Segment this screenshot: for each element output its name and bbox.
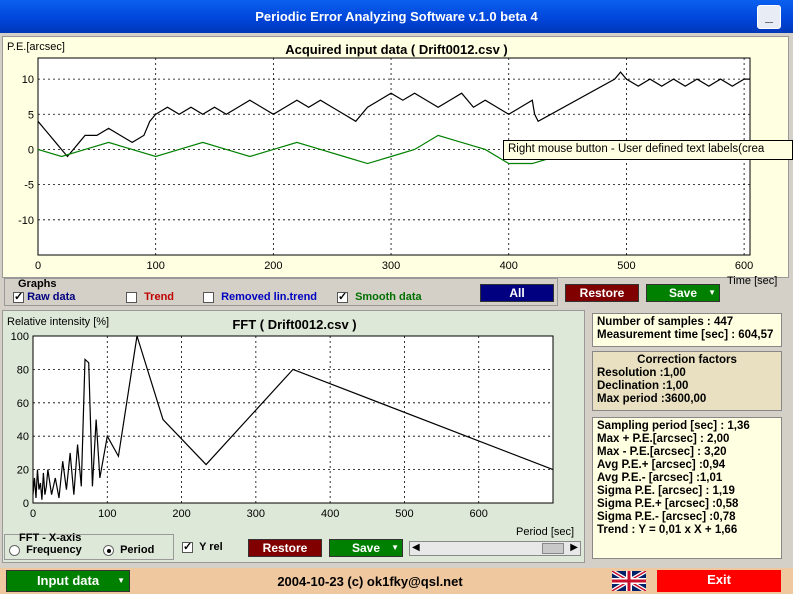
info-column: Number of samples : 447 Measurement time… bbox=[588, 310, 793, 563]
fft-scrollbar[interactable]: ◀ ▶ bbox=[409, 541, 581, 556]
fft-save-label: Save bbox=[351, 541, 381, 555]
x-tick-label: 200 bbox=[172, 508, 190, 520]
y-tick-label: 100 bbox=[11, 331, 29, 343]
copyright-text: 2004-10-23 (c) ok1fky@qsl.net bbox=[277, 574, 463, 589]
y-tick-label: 80 bbox=[17, 364, 29, 376]
stat-line: Sampling period [sec] : 1,36 bbox=[597, 420, 750, 432]
y-tick-label: 20 bbox=[17, 465, 29, 477]
input-data-label: Input data bbox=[36, 573, 100, 588]
stat-line: Sigma P.E.- [arcsec] :0,78 bbox=[597, 511, 736, 523]
scroll-thumb[interactable] bbox=[542, 543, 564, 554]
scroll-right-icon[interactable]: ▶ bbox=[570, 542, 578, 553]
yrel-checkbox[interactable]: Y rel bbox=[182, 540, 223, 553]
correction-title: Correction factors bbox=[637, 354, 737, 366]
scroll-left-icon[interactable]: ◀ bbox=[412, 542, 420, 553]
resolution-text: Resolution :1,00 bbox=[597, 367, 686, 379]
stat-line: Max - P.E.[arcsec] : 3,20 bbox=[597, 446, 727, 458]
fft-xaxis-group: FFT - X-axis Frequency Period bbox=[4, 532, 174, 560]
samples-box: Number of samples : 447 Measurement time… bbox=[592, 313, 782, 347]
fft-save-button[interactable]: Save ▼ bbox=[329, 539, 403, 557]
frequency-label: Frequency bbox=[26, 544, 82, 556]
x-tick-label: 600 bbox=[470, 508, 488, 520]
y-tick-label: 60 bbox=[17, 398, 29, 410]
frequency-radio[interactable]: Frequency bbox=[9, 544, 82, 556]
y-tick-label: 40 bbox=[17, 431, 29, 443]
correction-box: Correction factors Resolution :1,00 Decl… bbox=[592, 351, 782, 411]
stat-line: Avg P.E.+ [arcsec] :0,94 bbox=[597, 459, 726, 471]
exit-button[interactable]: Exit bbox=[657, 570, 781, 592]
fft-xaxis-label: FFT - X-axis bbox=[19, 532, 82, 544]
yrel-check-icon[interactable] bbox=[182, 540, 193, 553]
samples-text: Number of samples : 447 bbox=[597, 316, 734, 328]
chevron-down-icon: ▼ bbox=[117, 576, 125, 585]
stats-box: Sampling period [sec] : 1,36 Max + P.E.[… bbox=[592, 417, 782, 559]
period-radio-icon[interactable] bbox=[103, 544, 114, 556]
x-tick-label: 100 bbox=[98, 508, 116, 520]
chevron-down-icon: ▼ bbox=[391, 543, 399, 552]
stat-line: Max + P.E.[arcsec] : 2,00 bbox=[597, 433, 730, 445]
stat-line: Trend : Y = 0,01 x X + 1,66 bbox=[597, 524, 738, 536]
stat-line: Sigma P.E. [arcsec] : 1,19 bbox=[597, 485, 735, 497]
yrel-label: Y rel bbox=[199, 541, 223, 553]
x-tick-label: 500 bbox=[395, 508, 413, 520]
fft-restore-button[interactable]: Restore bbox=[248, 539, 322, 557]
input-data-button[interactable]: Input data ▼ bbox=[6, 570, 130, 592]
x-tick-label: 400 bbox=[321, 508, 339, 520]
uk-flag-icon[interactable] bbox=[610, 569, 648, 593]
frequency-radio-icon[interactable] bbox=[9, 544, 20, 556]
declination-text: Declination :1,00 bbox=[597, 380, 689, 392]
y-tick-label: 0 bbox=[23, 498, 29, 510]
plot-area bbox=[32, 335, 554, 504]
max-period-text: Max period :3600,00 bbox=[597, 393, 707, 405]
x-tick-label: 0 bbox=[30, 508, 36, 520]
stat-line: Sigma P.E.+ [arcsec] :0,58 bbox=[597, 498, 739, 510]
period-radio[interactable]: Period bbox=[103, 544, 154, 556]
period-label: Period bbox=[120, 544, 155, 556]
measurement-time-text: Measurement time [sec] : 604,57 bbox=[597, 329, 774, 341]
x-tick-label: 300 bbox=[247, 508, 265, 520]
stat-line: Avg P.E.- [arcsec] :1,01 bbox=[597, 472, 723, 484]
